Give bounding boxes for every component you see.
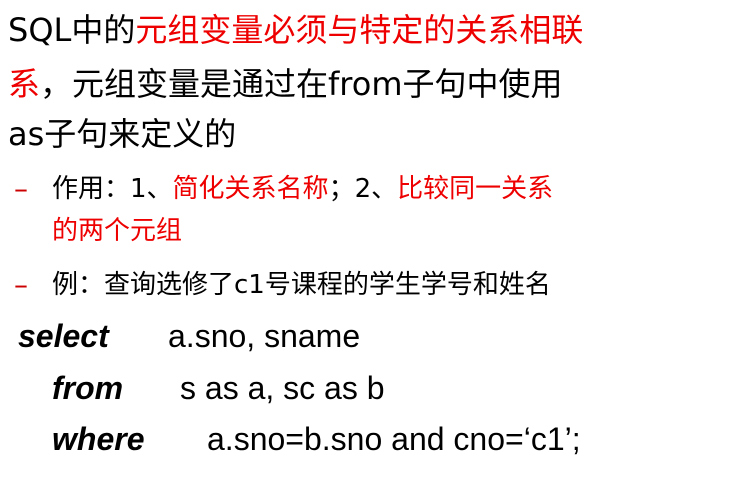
paragraph-line-2: 系，元组变量是通过在from子句中使用 [8, 62, 563, 106]
paragraph-emphasis-2: 系 [8, 65, 41, 103]
paragraph-line-1: SQL中的元组变量必须与特定的关系相联 [8, 8, 583, 52]
bullet-1-mid: ；2、 [328, 174, 398, 204]
bullet-1-emphasis-2: 比较同一关系 [397, 174, 554, 204]
paragraph-sql-prefix: SQL中的 [8, 11, 136, 49]
code-where-condition: a.sno=b.sno and cno=‘c1’; [207, 421, 581, 457]
paragraph-text-2: ，元组变量是通过在from子句中使用 [40, 65, 563, 103]
bullet-1-line-2: 的两个元组 [52, 216, 183, 246]
bullet-1-emphasis-1: 简化关系名称 [172, 174, 329, 204]
bullet-dash-1: – [14, 172, 28, 205]
code-keyword-from: from [52, 370, 124, 406]
code-from-tables: s as a, sc as b [180, 370, 385, 406]
bullet-1-prefix: 作用：1、 [52, 174, 173, 204]
bullet-2-text: 例：查询选修了c1号课程的学生学号和姓名 [52, 270, 551, 300]
paragraph-text-3: as子句来定义的 [8, 115, 237, 153]
code-line-where: where a.sno=b.sno and cno=‘c1’; [52, 417, 581, 461]
code-line-from: from s as a, sc as b [52, 366, 385, 410]
bullet-dash-2: – [14, 268, 28, 301]
code-line-select: select a.sno, sname [18, 314, 360, 358]
bullet-1-line-1: 作用：1、简化关系名称；2、比较同一关系 [52, 170, 553, 208]
slide: SQL中的元组变量必须与特定的关系相联 系，元组变量是通过在from子句中使用 … [0, 0, 754, 480]
paragraph-line-3: as子句来定义的 [8, 112, 236, 156]
code-keyword-select: select [18, 318, 109, 354]
code-keyword-where: where [52, 421, 145, 457]
paragraph-emphasis-1: 元组变量必须与特定的关系相联 [135, 11, 584, 49]
code-select-fields: a.sno, sname [168, 318, 361, 354]
